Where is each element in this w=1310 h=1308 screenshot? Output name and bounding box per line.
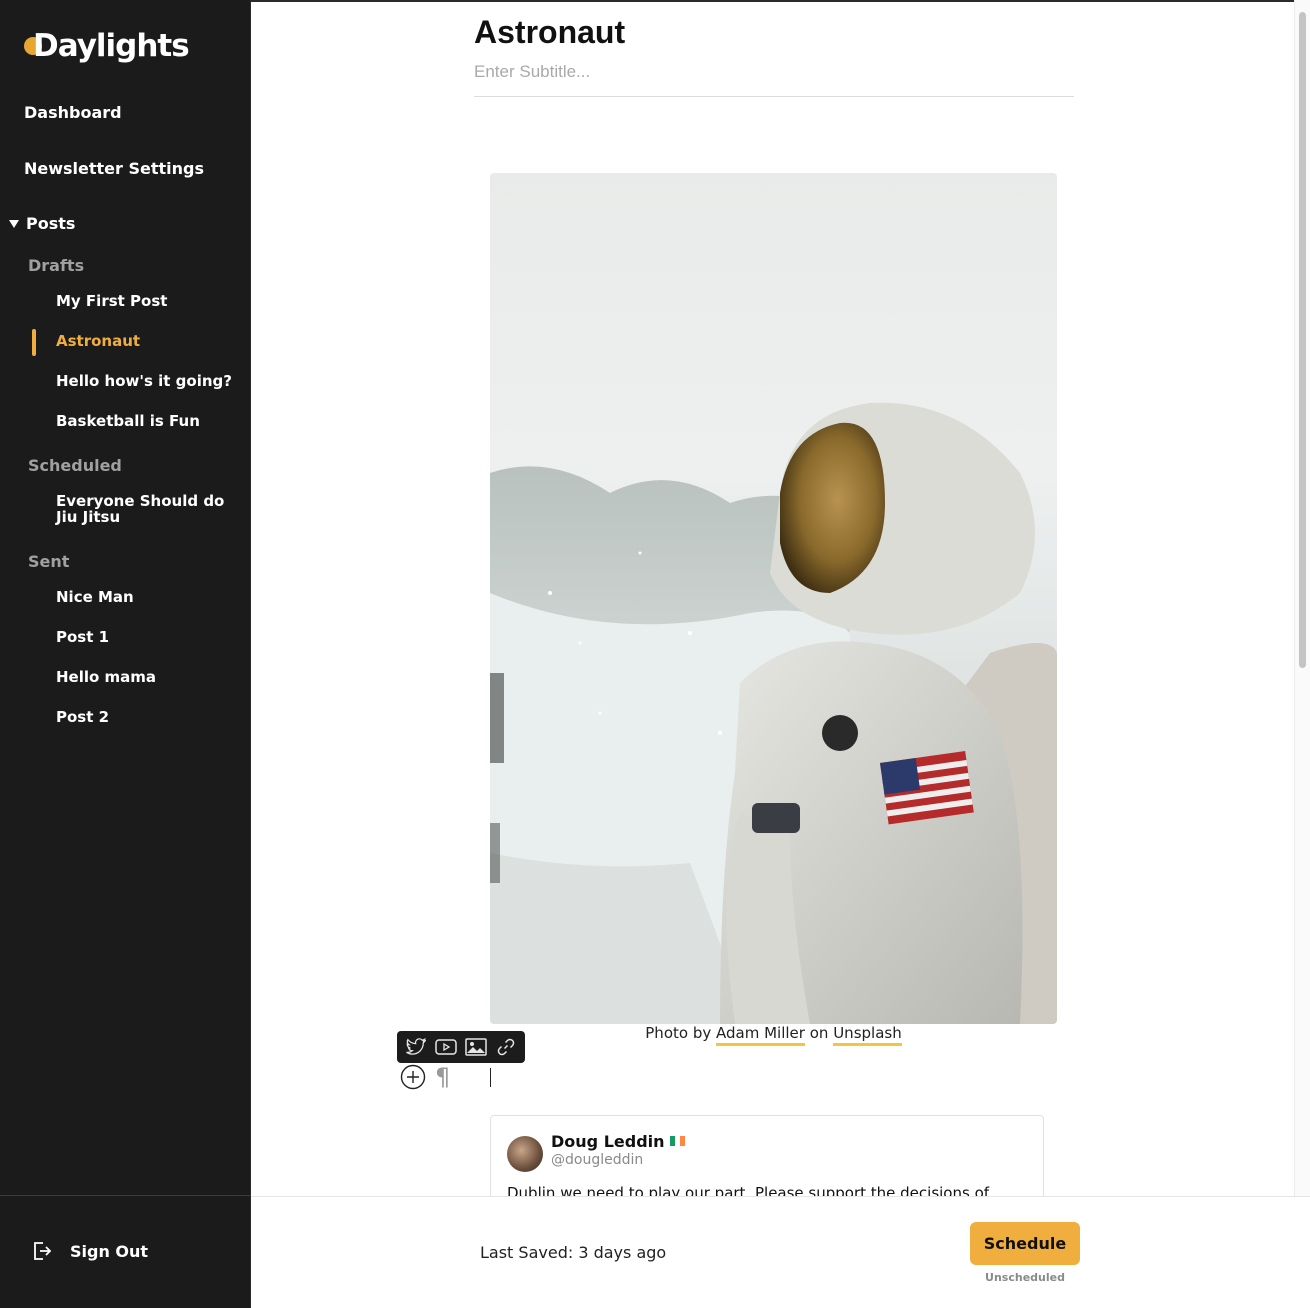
tweet-handle: @dougleddin — [551, 1152, 644, 1168]
post-item-post-2[interactable]: Post 2 — [56, 709, 241, 725]
tweet-author-name-text: Doug Leddin — [551, 1132, 665, 1151]
pilcrow-icon[interactable]: ¶ — [435, 1063, 450, 1091]
post-item-nice-man[interactable]: Nice Man — [56, 589, 241, 605]
image-caption: Photo by Adam Miller on Unsplash — [490, 1024, 1057, 1046]
tweet-author-name: Doug Leddin — [551, 1132, 685, 1151]
sign-out-button[interactable]: Sign Out — [32, 1240, 148, 1262]
active-indicator — [32, 329, 36, 356]
caption-source-link[interactable]: Unsplash — [833, 1025, 902, 1046]
post-title[interactable]: Astronaut — [474, 14, 625, 51]
caption-author-link[interactable]: Adam Miller — [716, 1025, 805, 1046]
nav-dashboard[interactable]: Dashboard — [24, 103, 122, 122]
ireland-flag-icon — [669, 1136, 685, 1146]
sidebar: Daylights Dashboard Newsletter Settings … — [0, 0, 251, 1308]
last-saved-status: Last Saved: 3 days ago — [480, 1243, 667, 1262]
schedule-button[interactable]: Schedule — [970, 1222, 1080, 1265]
caption-mid: on — [809, 1024, 829, 1042]
post-item-astronaut[interactable]: Astronaut — [56, 333, 241, 349]
caret-down-icon — [9, 219, 19, 228]
title-divider — [474, 96, 1074, 97]
sign-out-label: Sign Out — [70, 1241, 149, 1261]
astronaut-photo — [490, 173, 1057, 1024]
nav-posts-toggle[interactable]: Posts — [9, 214, 75, 233]
youtube-icon[interactable] — [433, 1034, 459, 1060]
section-scheduled-label: Scheduled — [28, 456, 122, 475]
text-cursor — [490, 1068, 491, 1087]
caption-prefix: Photo by — [645, 1024, 712, 1042]
schedule-status: Unscheduled — [985, 1271, 1065, 1284]
logo-text: Daylights — [33, 28, 190, 64]
top-border — [251, 0, 1310, 2]
post-item-everyone-should-do-jiu-jitsu[interactable]: Everyone Should do Jiu Jitsu — [56, 493, 241, 525]
plus-circle-icon[interactable] — [400, 1064, 426, 1090]
subtitle-input[interactable]: Enter Subtitle... — [474, 62, 590, 82]
image-icon[interactable] — [463, 1034, 489, 1060]
post-item-post-1[interactable]: Post 1 — [56, 629, 241, 645]
editor-footer: Last Saved: 3 days ago Schedule Unschedu… — [251, 1196, 1310, 1308]
sidebar-divider — [0, 1195, 251, 1196]
scroll-thumb[interactable] — [1299, 12, 1306, 668]
nav-newsletter-settings[interactable]: Newsletter Settings — [24, 159, 204, 178]
section-drafts-label: Drafts — [28, 256, 85, 275]
post-image[interactable] — [490, 173, 1057, 1024]
logo[interactable]: Daylights — [24, 28, 190, 64]
section-sent-label: Sent — [28, 552, 70, 571]
embed-toolbar — [397, 1031, 525, 1063]
twitter-icon[interactable] — [403, 1034, 429, 1060]
post-item-hello-mama[interactable]: Hello mama — [56, 669, 241, 685]
post-item-my-first-post[interactable]: My First Post — [56, 293, 241, 309]
sign-out-icon — [34, 1242, 52, 1260]
post-item-hello-hows-it-going[interactable]: Hello how's it going? — [56, 373, 241, 389]
avatar — [507, 1136, 543, 1172]
link-icon[interactable] — [493, 1034, 519, 1060]
editor-main: Astronaut Enter Subtitle... Photo by Ada… — [251, 0, 1310, 1308]
nav-posts-label: Posts — [26, 214, 76, 233]
scrollbar[interactable] — [1294, 0, 1310, 1196]
post-item-basketball-is-fun[interactable]: Basketball is Fun — [56, 413, 241, 429]
